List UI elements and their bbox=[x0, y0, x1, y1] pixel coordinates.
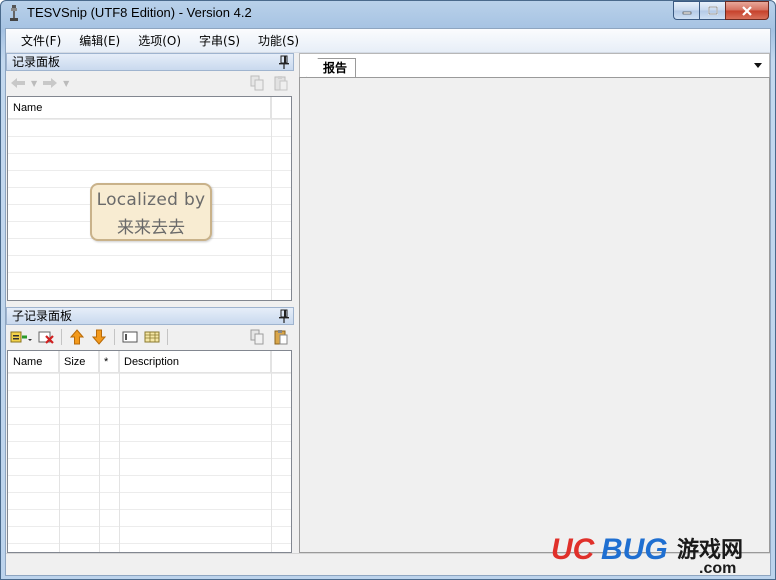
pin-icon[interactable] bbox=[279, 309, 289, 323]
delete-record-icon[interactable] bbox=[37, 328, 55, 346]
column-header-description[interactable]: Description bbox=[119, 351, 271, 372]
column-divider bbox=[59, 351, 60, 552]
column-header-flag[interactable]: * bbox=[99, 351, 119, 372]
report-pane: 报告 bbox=[299, 53, 770, 553]
copy-icon[interactable] bbox=[248, 328, 266, 346]
column-header-name[interactable]: Name bbox=[8, 97, 271, 118]
subrecord-pane-header: 子记录面板 bbox=[6, 307, 294, 325]
back-arrow-icon[interactable] bbox=[9, 74, 27, 92]
report-content bbox=[299, 77, 770, 553]
minimize-button[interactable] bbox=[673, 1, 699, 20]
close-icon bbox=[742, 5, 752, 16]
toolbar-separator bbox=[114, 329, 115, 345]
app-window: TESVSnip (UTF8 Edition) - Version 4.2 文件… bbox=[0, 0, 776, 580]
tab-report-label: 报告 bbox=[323, 61, 348, 75]
maximize-icon bbox=[707, 6, 718, 15]
report-tab-strip: 报告 bbox=[299, 53, 770, 78]
toolbar-separator bbox=[167, 329, 168, 345]
view-toggle-icon[interactable] bbox=[121, 328, 139, 346]
subrecord-toolbar bbox=[6, 325, 294, 349]
grid-view-icon[interactable] bbox=[143, 328, 161, 346]
logo-uc-text: UC bbox=[551, 533, 596, 566]
menu-options[interactable]: 选项(O) bbox=[129, 31, 190, 51]
close-button[interactable] bbox=[725, 1, 769, 20]
localization-badge: Localized by 来来去去 bbox=[90, 183, 212, 241]
column-divider bbox=[271, 351, 272, 552]
back-dropdown-icon[interactable]: ▼ bbox=[31, 79, 37, 88]
copy-icon[interactable] bbox=[248, 74, 266, 92]
menu-edit[interactable]: 编辑(E) bbox=[70, 31, 129, 51]
record-pane-header: 记录面板 bbox=[6, 53, 294, 71]
subrecord-pane: 子记录面板 Name Size * Description bbox=[6, 307, 294, 553]
record-list-header: Name bbox=[8, 97, 291, 119]
menu-functions[interactable]: 功能(S) bbox=[249, 31, 308, 51]
badge-line-2: 来来去去 bbox=[117, 218, 185, 238]
insert-record-icon[interactable] bbox=[9, 328, 33, 346]
left-panes: 记录面板 ▼ ▼ Name Localized by 来来去去 子记录面板 Na… bbox=[6, 53, 294, 553]
record-pane-title: 记录面板 bbox=[12, 55, 61, 69]
paste-icon[interactable] bbox=[272, 328, 290, 346]
move-up-icon[interactable] bbox=[68, 328, 86, 346]
column-divider bbox=[119, 351, 120, 552]
badge-line-1: Localized by bbox=[96, 190, 206, 210]
forward-dropdown-icon[interactable]: ▼ bbox=[63, 79, 69, 88]
logo-bug-text: BUG bbox=[601, 533, 668, 566]
subrecord-list[interactable]: Name Size * Description bbox=[7, 350, 292, 553]
record-toolbar: ▼ ▼ bbox=[6, 71, 294, 95]
pin-icon[interactable] bbox=[279, 55, 289, 69]
column-divider bbox=[99, 351, 100, 552]
record-pane: 记录面板 ▼ ▼ Name Localized by 来来去去 bbox=[6, 53, 294, 305]
subrecord-list-header: Name Size * Description bbox=[8, 351, 291, 373]
app-icon bbox=[10, 5, 18, 21]
menu-bar: 文件(F) 编辑(E) 选项(O) 字串(S) 功能(S) bbox=[6, 29, 770, 53]
maximize-button[interactable] bbox=[699, 1, 725, 20]
move-down-icon[interactable] bbox=[90, 328, 108, 346]
logo-com-text: .com bbox=[699, 560, 736, 575]
column-divider bbox=[271, 97, 272, 300]
column-header-size[interactable]: Size bbox=[59, 351, 99, 372]
column-header-name[interactable]: Name bbox=[8, 351, 59, 372]
caption-buttons bbox=[673, 1, 769, 20]
menu-file[interactable]: 文件(F) bbox=[12, 31, 70, 51]
subrecord-pane-title: 子记录面板 bbox=[12, 309, 73, 323]
paste-icon[interactable] bbox=[272, 74, 290, 92]
menu-strings[interactable]: 字串(S) bbox=[190, 31, 249, 51]
title-bar[interactable]: TESVSnip (UTF8 Edition) - Version 4.2 bbox=[1, 1, 775, 27]
record-list[interactable]: Name Localized by 来来去去 bbox=[7, 96, 292, 301]
chevron-down-icon[interactable] bbox=[753, 60, 763, 70]
toolbar-separator bbox=[61, 329, 62, 345]
window-title: TESVSnip (UTF8 Edition) - Version 4.2 bbox=[27, 5, 252, 20]
site-watermark-logo: UC BUG 游戏网 .com bbox=[551, 533, 743, 575]
minimize-icon bbox=[682, 11, 691, 14]
forward-arrow-icon[interactable] bbox=[41, 74, 59, 92]
tab-report[interactable]: 报告 bbox=[306, 58, 357, 78]
subrecord-list-rows bbox=[8, 373, 291, 552]
client-area: 文件(F) 编辑(E) 选项(O) 字串(S) 功能(S) 记录面板 ▼ ▼ N… bbox=[5, 28, 771, 576]
